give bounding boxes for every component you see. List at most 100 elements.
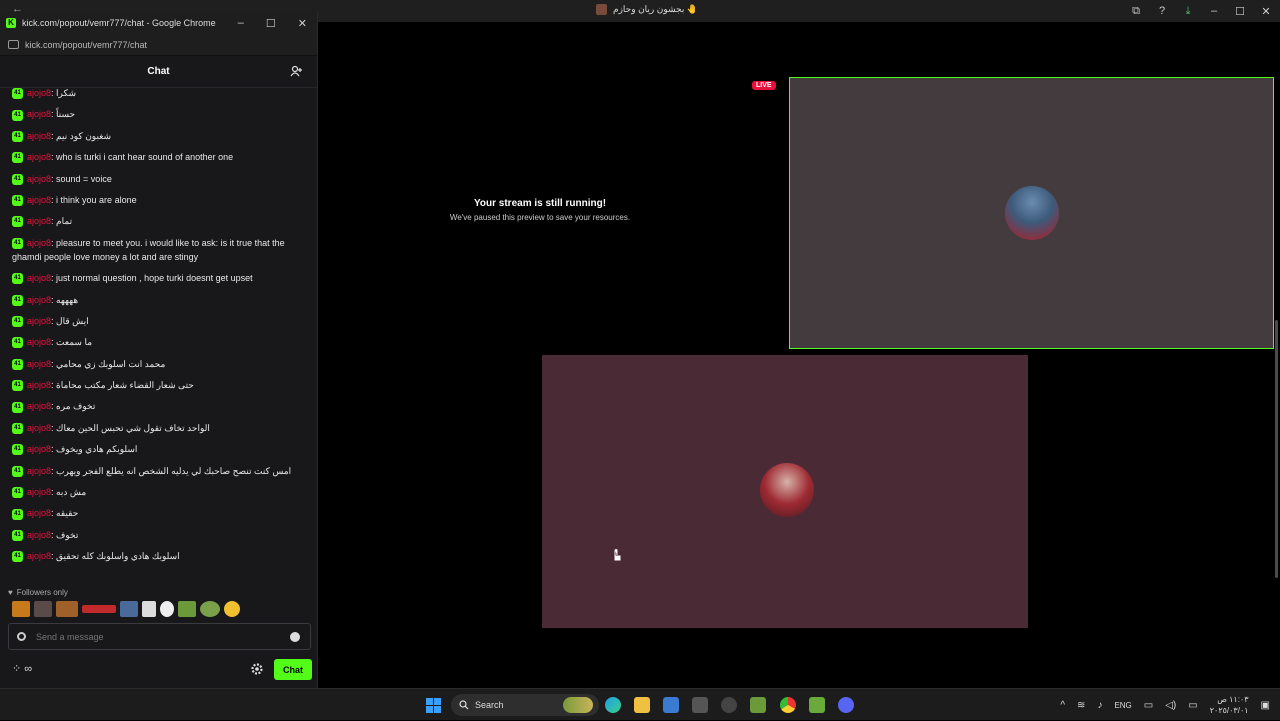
battery-icon[interactable]: ▭ — [1188, 700, 1197, 711]
subscriber-badge-icon: 41 — [12, 529, 23, 541]
settings-app-icon[interactable] — [721, 697, 737, 713]
emote[interactable] — [178, 601, 196, 617]
chat-username[interactable]: ajojo8 — [27, 551, 51, 561]
chat-username[interactable]: ajojo8 — [27, 316, 51, 326]
minimize-icon[interactable]: – — [1208, 5, 1220, 17]
chat-username[interactable]: ajojo8 — [27, 152, 51, 162]
chrome-icon[interactable] — [780, 697, 796, 713]
tab-favicon-icon — [596, 4, 607, 15]
avatar — [1005, 186, 1059, 240]
send-chat-button[interactable]: Chat — [274, 659, 312, 680]
taskbar-search[interactable]: Search — [451, 694, 599, 716]
wifi-icon[interactable]: ≋ — [1077, 700, 1085, 711]
users-icon[interactable] — [290, 65, 303, 78]
notification-icon[interactable]: ▣ — [1261, 700, 1270, 711]
site-settings-icon[interactable] — [8, 40, 19, 49]
emote[interactable] — [34, 601, 52, 617]
clock-date: ٢٠٢٥/٠٣/٠١ — [1209, 706, 1249, 715]
emote[interactable] — [224, 601, 240, 617]
search-icon — [459, 700, 469, 710]
subscriber-badge-icon: 41 — [12, 237, 23, 249]
chat-username[interactable]: ajojo8 — [27, 131, 51, 141]
chat-username[interactable]: ajojo8 — [27, 380, 51, 390]
edge-icon[interactable] — [605, 697, 621, 713]
chat-scrollbar[interactable] — [1275, 320, 1278, 578]
video-tile-guest[interactable] — [542, 355, 1028, 628]
emote[interactable] — [160, 601, 174, 617]
store-icon[interactable] — [663, 697, 679, 713]
chat-username[interactable]: ajojo8 — [27, 508, 51, 518]
discord-icon[interactable] — [838, 697, 854, 713]
maximize-icon[interactable]: ☐ — [266, 17, 276, 30]
chat-username[interactable]: ajojo8 — [27, 216, 51, 226]
screenshot-icon[interactable]: ⧉ — [1130, 5, 1142, 18]
chat-message: 41 ajojo8: تخوف — [12, 528, 308, 542]
game-icon[interactable] — [809, 697, 825, 713]
chat-username[interactable]: ajojo8 — [27, 423, 51, 433]
app-icon[interactable] — [692, 697, 708, 713]
mic-icon[interactable]: ♪ — [1097, 700, 1102, 711]
subscriber-badge-icon: 41 — [12, 316, 23, 328]
message-input-box[interactable] — [8, 623, 311, 650]
chat-username[interactable]: ajojo8 — [27, 295, 51, 305]
kick-logo-icon: K — [6, 18, 16, 28]
message-input[interactable] — [36, 631, 276, 642]
language-indicator[interactable]: ENG — [1114, 701, 1131, 710]
chat-username[interactable]: ajojo8 — [27, 109, 51, 119]
chat-message: 41 ajojo8: اسلوبكم هادي ويخوف — [12, 442, 308, 456]
emote[interactable] — [120, 601, 138, 617]
chat-message-text: : حتى شعار القضاء شعار مكتب محاماة — [51, 380, 194, 391]
chat-message-text: : حسناً — [51, 109, 76, 120]
chat-username[interactable]: ajojo8 — [27, 401, 51, 411]
chevron-up-icon[interactable]: ^ — [1060, 700, 1065, 711]
clock[interactable]: ١١:٠٣ ص ٢٠٢٥/٠٣/٠١ — [1210, 694, 1249, 716]
chat-message: 41 ajojo8: محمد انت اسلوبك زي محامي — [12, 357, 308, 371]
volume-icon[interactable]: ◁) — [1165, 700, 1176, 711]
help-icon[interactable]: ? — [1156, 5, 1168, 17]
emote[interactable] — [142, 601, 156, 617]
chat-username[interactable]: ajojo8 — [27, 359, 51, 369]
chat-username[interactable]: ajojo8 — [27, 273, 51, 283]
video-tile-host[interactable] — [789, 77, 1274, 349]
subscriber-badge-icon: 41 — [12, 487, 23, 499]
maximize-icon[interactable]: ☐ — [1234, 5, 1246, 18]
chat-messages[interactable]: 41 ajojo8: شكرا 41 ajojo8: حسناً 41 ajojo8: ش… — [0, 86, 318, 578]
gear-icon[interactable] — [250, 662, 264, 676]
close-icon[interactable]: ✕ — [298, 17, 307, 30]
chat-message-text: : مش دبه — [51, 487, 87, 498]
subscriber-badge-icon: 41 — [12, 401, 23, 413]
emote[interactable] — [82, 605, 116, 613]
paused-notice: Your stream is still running! We've paus… — [400, 198, 680, 222]
chat-username[interactable]: ajojo8 — [27, 487, 51, 497]
chat-username[interactable]: ajojo8 — [27, 530, 51, 540]
heart-icon: ♥ — [8, 588, 13, 597]
nvidia-icon[interactable] — [750, 697, 766, 713]
emote[interactable] — [56, 601, 78, 617]
close-icon[interactable]: ✕ — [1260, 5, 1272, 18]
emote[interactable] — [12, 601, 30, 617]
chat-username[interactable]: ajojo8 — [27, 238, 51, 248]
search-label: Search — [475, 700, 504, 710]
desktop: ← بجشون ريان وحازم 🤚 ⧉ ? ⤓ – ☐ ✕ Your st… — [0, 0, 1280, 688]
chat-tools-icons[interactable]: ⁘ ∞ — [12, 662, 32, 675]
network-icon[interactable]: ▭ — [1144, 700, 1153, 711]
chat-username[interactable]: ajojo8 — [27, 337, 51, 347]
windows-start-icon[interactable] — [426, 698, 441, 713]
file-explorer-icon[interactable] — [634, 697, 650, 713]
download-icon[interactable]: ⤓ — [1182, 5, 1194, 18]
chat-message-text: : just normal question , hope turki does… — [51, 273, 253, 284]
chat-message-text: : اسلوبك هادي واسلوبك كله تحقيق — [51, 551, 180, 562]
chat-message-text: : pleasure to meet you. i would like to … — [12, 237, 285, 262]
emoji-icon[interactable] — [290, 632, 300, 642]
chat-username[interactable]: ajojo8 — [27, 88, 51, 98]
chat-message: 41 ajojo8: ما سمعت — [12, 335, 308, 349]
chat-message-text: : تخوف مره — [51, 401, 96, 412]
chat-username[interactable]: ajojo8 — [27, 444, 51, 454]
minimize-icon[interactable]: – — [238, 17, 244, 29]
popout-url[interactable]: kick.com/popout/vemr777/chat — [25, 40, 147, 50]
main-window-title: بجشون ريان وحازم 🤚 — [596, 4, 698, 15]
chat-username[interactable]: ajojo8 — [27, 174, 51, 184]
chat-username[interactable]: ajojo8 — [27, 466, 51, 476]
emote[interactable] — [200, 601, 220, 617]
chat-username[interactable]: ajojo8 — [27, 195, 51, 205]
